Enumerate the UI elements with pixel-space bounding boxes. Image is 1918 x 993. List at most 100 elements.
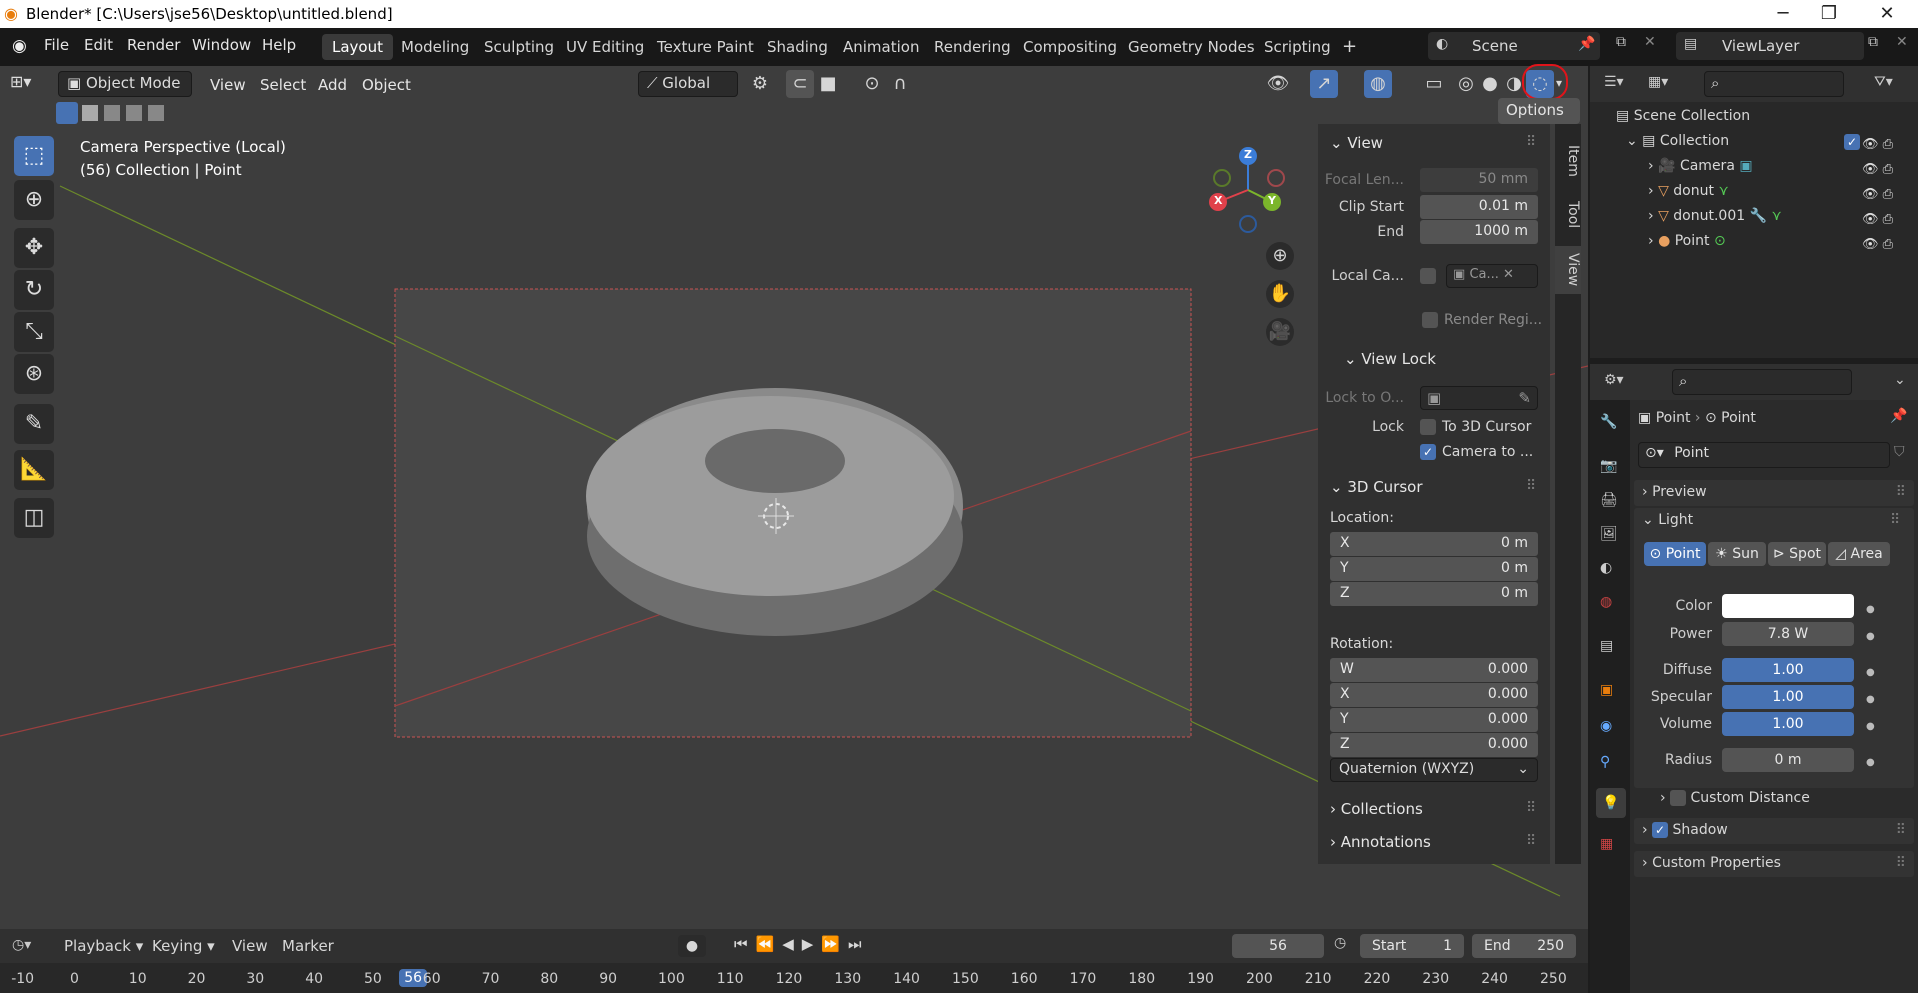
view-panel-header[interactable]: ⌄ View [1330,134,1383,152]
record-icon[interactable]: ● [678,935,706,957]
render-tab-icon[interactable]: 📷 [1600,458,1617,474]
rotation-z-field[interactable]: Z 0.000 [1330,733,1538,757]
light-panel-header[interactable]: ⌄ Light [1642,512,1693,528]
visibility-icon[interactable]: 👁 [1264,70,1292,98]
volume-field[interactable]: 1.00 [1722,712,1854,736]
outliner-item-camera[interactable]: › 🎥 Camera ▣ [1648,158,1753,174]
clip-end-field[interactable]: 1000 m [1420,220,1538,244]
scene-selector[interactable]: ◐ Scene 📌 [1428,32,1600,60]
select-intersect-icon[interactable] [148,105,164,121]
timeline-frame-ruler[interactable]: -10 0 10 20 30 40 50 56 60 70 80 90 100 110 120 130 140 1… [0,963,1588,993]
tab-animation[interactable]: Animation [833,34,929,60]
scene-tab-icon[interactable]: ◐ [1600,560,1612,576]
chevron-down-icon[interactable]: ⌄ [1894,372,1906,388]
keyframe-dot-icon[interactable]: ● [1866,623,1875,650]
prev-keyframe-icon[interactable]: ⏪ [756,935,783,953]
sidebar-tab-item[interactable]: Item [1555,138,1581,184]
gizmo-toggle-icon[interactable]: ↗ [1310,70,1338,98]
view-lock-header[interactable]: ⌄ View Lock [1344,350,1436,368]
next-keyframe-icon[interactable]: ⏩ [821,935,848,953]
sidebar-tab-tool[interactable]: Tool [1555,192,1581,238]
timeline-menu-playback[interactable]: Playback ▾ [64,937,143,955]
custom-properties-header[interactable]: › Custom Properties ⠿ [1634,851,1914,877]
drag-handle-icon[interactable]: ⠿ [1890,512,1900,528]
outliner-search-input[interactable]: ⌕ [1704,71,1844,97]
collection-row[interactable]: ⌄ ▤ Collection [1626,133,1729,149]
local-camera-checkbox[interactable] [1420,268,1436,284]
texture-tab-icon[interactable]: ▦ [1600,836,1613,852]
tool-annotate[interactable]: ✎ [14,404,54,444]
eye-icon[interactable]: 👁 ⎙ [1862,132,1893,157]
preview-panel-header[interactable]: › Preview ⠿ [1634,480,1914,506]
drag-handle-icon[interactable]: ⠿ [1526,478,1536,494]
sidebar-tab-view[interactable]: View [1555,246,1581,294]
location-y-field[interactable]: Y 0 m [1330,557,1538,581]
blender-menu-icon[interactable]: ◉ [12,36,27,56]
menu-edit[interactable]: Edit [84,36,113,54]
viewport-menu-object[interactable]: Object [362,76,411,94]
camera-view-icon[interactable]: 🎥 [1266,318,1294,346]
editor-type-icon[interactable]: ⊞▾ [10,72,31,91]
object-tab-icon[interactable]: ▣ [1600,682,1613,698]
focal-length-field[interactable]: 50 mm [1420,168,1538,192]
eye-icon[interactable]: 👁 ⎙ [1862,182,1893,207]
tab-layout[interactable]: Layout [322,34,393,60]
new-view-layer-icon[interactable]: ⧉ [1868,34,1878,50]
properties-editor-icon[interactable]: ⚙▾ [1604,372,1624,388]
tab-scripting[interactable]: Scripting [1254,34,1341,60]
view-layer-selector[interactable]: ▤ ViewLayer [1676,32,1864,60]
drag-handle-icon[interactable]: ⠿ [1526,800,1536,816]
eye-icon[interactable]: 👁 ⎙ [1862,207,1893,232]
minimize-button[interactable]: ─ [1760,2,1806,26]
menu-window[interactable]: Window [192,36,251,54]
light-data-tab-icon[interactable]: 💡 [1596,788,1626,818]
tab-rendering[interactable]: Rendering [924,34,1021,60]
viewport-menu-add[interactable]: Add [318,76,347,94]
falloff-icon[interactable]: ∩ [886,70,914,98]
outliner-editor-icon[interactable]: ☰▾ [1604,74,1624,90]
tool-scale[interactable]: ⤡ [14,312,54,352]
tab-texture-paint[interactable]: Texture Paint [647,34,764,60]
transform-orientation[interactable]: ⟋ Global [638,71,738,97]
collection-include-checkbox[interactable]: ✓ [1844,134,1860,150]
menu-file[interactable]: File [44,36,69,54]
clip-start-field[interactable]: 0.01 m [1420,195,1538,219]
tab-geometry-nodes[interactable]: Geometry Nodes [1118,34,1265,60]
maximize-button[interactable]: ❐ [1806,2,1852,26]
menu-render[interactable]: Render [127,36,180,54]
location-z-field[interactable]: Z 0 m [1330,582,1538,606]
close-button[interactable]: ✕ [1864,2,1910,26]
light-type-spot[interactable]: ⊳ Spot [1768,542,1826,566]
shading-dropdown-icon[interactable]: ▾ [1556,76,1562,90]
select-invert-icon[interactable] [126,105,142,121]
tab-uv-editing[interactable]: UV Editing [556,34,654,60]
keyframe-dot-icon[interactable]: ● [1866,686,1875,713]
rotation-mode-select[interactable]: Quaternion (WXYZ) ⌄ [1330,758,1538,782]
filter-icon[interactable]: ⛛▾ [1874,74,1893,90]
shadow-checkbox[interactable]: ✓ [1652,822,1669,838]
fake-user-icon[interactable]: ⛉ [1894,444,1905,460]
keyframe-dot-icon[interactable]: ● [1866,596,1875,623]
color-swatch[interactable] [1722,594,1854,618]
location-x-field[interactable]: X 0 m [1330,532,1538,556]
navigation-gizmo[interactable]: Z Y X [1200,140,1300,240]
keyframe-dot-icon[interactable]: ● [1866,749,1875,776]
specular-field[interactable]: 1.00 [1722,685,1854,709]
timeline-menu-view[interactable]: View [232,937,268,955]
proportional-edit-icon[interactable]: ⊙ [858,70,886,98]
delete-scene-icon[interactable]: ✕ [1644,34,1656,50]
physics-tab-icon[interactable]: ◉ [1600,718,1612,734]
3d-cursor-header[interactable]: ⌄ 3D Cursor [1330,478,1423,496]
timeline-editor-icon[interactable]: ◷▾ [12,937,31,953]
tool-add-cube[interactable]: ◫ [14,498,54,538]
tool-select-box[interactable]: ⬚ [14,136,54,176]
view-layer-tab-icon[interactable]: 🖼 [1600,526,1618,542]
add-workspace-button[interactable]: + [1332,32,1367,58]
select-new-icon[interactable] [56,102,78,124]
tab-modeling[interactable]: Modeling [391,34,479,60]
rotation-x-field[interactable]: X 0.000 [1330,683,1538,707]
power-field[interactable]: 7.8 W [1722,622,1854,646]
play-icon[interactable]: ▶ [802,935,822,953]
drag-handle-icon[interactable]: ⠿ [1526,134,1536,150]
render-region-checkbox[interactable] [1422,312,1438,328]
